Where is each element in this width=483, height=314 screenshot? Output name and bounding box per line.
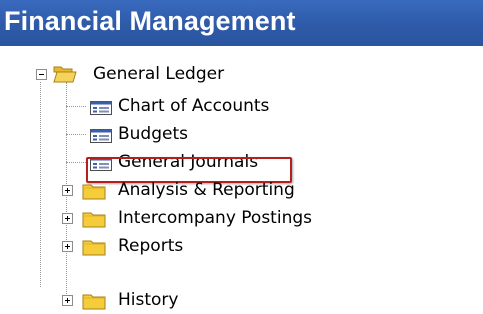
expand-icon[interactable] — [62, 295, 73, 306]
tree-item-label: Chart of Accounts — [118, 96, 270, 116]
folder-icon — [82, 292, 106, 314]
open-folder-icon — [53, 64, 77, 88]
expand-icon[interactable] — [62, 241, 73, 252]
tree-node-general-ledger[interactable]: General Ledger — [36, 60, 276, 88]
tree-node-label: Intercompany Postings — [118, 208, 312, 228]
section-title: Financial Management — [4, 6, 296, 36]
tree-node-label: Reports — [118, 236, 184, 256]
tree-node-label: Analysis & Reporting — [118, 180, 295, 200]
tree-node-label: History — [118, 290, 179, 310]
expand-icon[interactable] — [62, 213, 73, 224]
folder-icon — [82, 238, 106, 260]
tree-node-history[interactable]: History — [62, 286, 362, 314]
section-header: Financial Management — [0, 0, 483, 46]
tree-node-label: General Ledger — [93, 64, 225, 84]
tree-item-label: Budgets — [118, 124, 189, 144]
page-list-icon — [90, 100, 112, 119]
folder-icon — [82, 182, 106, 204]
tree-node-analysis-reporting[interactable]: Analysis & Reporting — [62, 176, 362, 204]
expand-icon[interactable] — [62, 185, 73, 196]
navigation-tree: General Ledger Chart of Accounts Budgets… — [0, 46, 483, 310]
tree-node-intercompany-postings[interactable]: Intercompany Postings — [62, 204, 362, 232]
folder-icon — [82, 210, 106, 232]
collapse-icon[interactable] — [36, 69, 47, 80]
page-list-icon — [90, 128, 112, 147]
tree-item-chart-of-accounts[interactable]: Chart of Accounts — [86, 92, 306, 120]
tree-node-reports[interactable]: Reports — [62, 232, 362, 260]
tree-item-budgets[interactable]: Budgets — [86, 120, 306, 148]
